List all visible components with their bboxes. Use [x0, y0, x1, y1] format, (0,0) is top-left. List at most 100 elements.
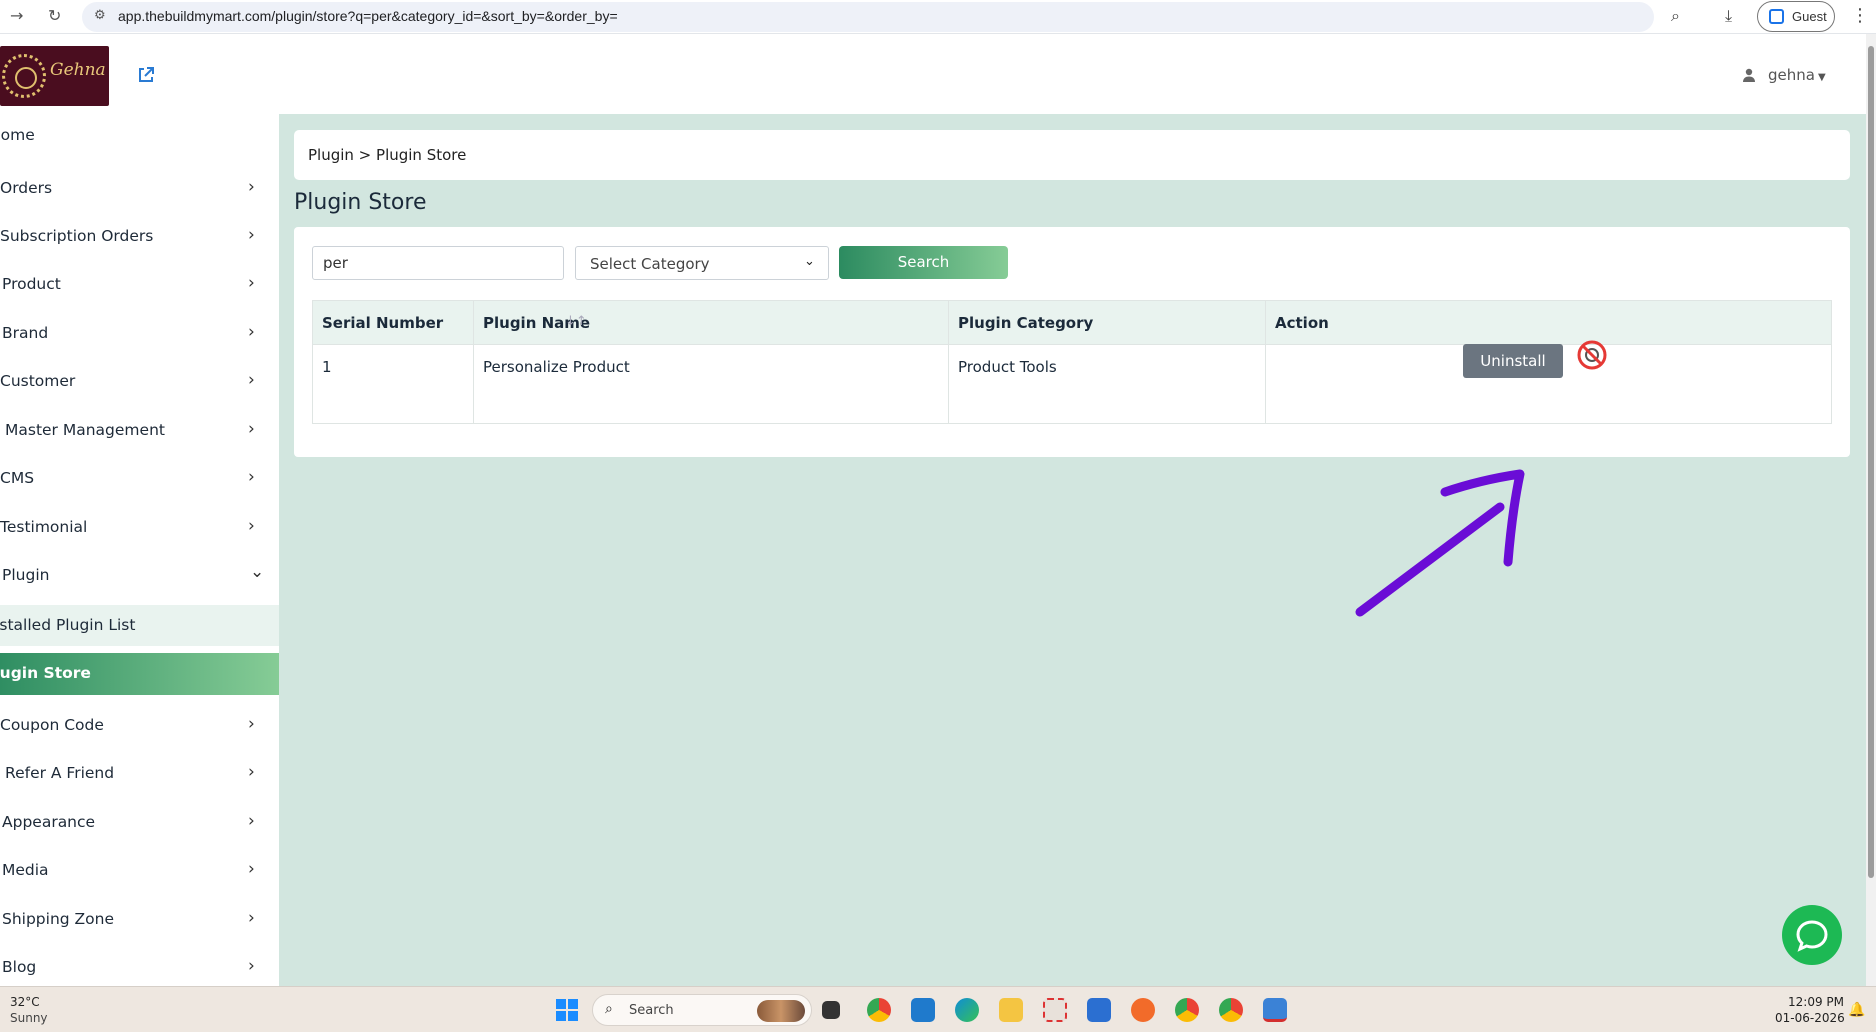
sidebar-item-label: Plugin — [2, 566, 50, 584]
brand-logo[interactable]: Gehna — [0, 46, 109, 106]
page-scrollbar[interactable] — [1866, 34, 1876, 986]
external-link-icon[interactable] — [137, 66, 155, 84]
chevron-down-icon: ⌄ — [804, 254, 815, 269]
chevron-right-icon: › — [248, 859, 255, 879]
mandala-icon — [2, 54, 46, 98]
weather-temperature[interactable]: 32°C — [10, 995, 40, 1009]
user-menu[interactable]: gehna ▼ — [1742, 66, 1826, 84]
sidebar-item-installed-plugin-list[interactable]: Installed Plugin List — [0, 605, 279, 646]
sidebar-item-blog[interactable]: Blog › — [0, 946, 279, 986]
sidebar-item-testimonial[interactable]: Testimonial › — [0, 506, 279, 550]
sidebar-item-label: Media — [2, 861, 49, 879]
sidebar-item-label: Customer — [0, 372, 76, 390]
sidebar-item-label: Product — [2, 275, 61, 293]
sidebar-item-plugin[interactable]: Plugin ⌄ — [0, 554, 279, 598]
sidebar-item-media[interactable]: Media › — [0, 849, 279, 893]
clock-time[interactable]: 12:09 PM — [1788, 995, 1844, 1009]
chevron-right-icon: › — [248, 714, 255, 734]
sidebar-item-refer-a-friend[interactable]: Refer A Friend › — [0, 752, 279, 796]
search-input[interactable] — [312, 246, 564, 280]
photos-icon[interactable] — [1263, 998, 1287, 1022]
reload-icon[interactable]: ↻ — [48, 6, 61, 25]
sidebar-item-master-management[interactable]: Master Management › — [0, 409, 279, 453]
sidebar-item-orders[interactable]: Orders › — [0, 167, 279, 211]
sidebar-item-product[interactable]: Product › — [0, 263, 279, 307]
guest-profile-button[interactable]: Guest — [1757, 1, 1835, 32]
vscode-icon[interactable] — [911, 998, 935, 1022]
edge-icon[interactable] — [955, 998, 979, 1022]
header-action: Action — [1275, 314, 1329, 332]
address-bar[interactable]: ⚙ app.thebuildmymart.com/plugin/store?q=… — [82, 2, 1654, 32]
sidebar-item-label: Plugin Store — [0, 664, 91, 682]
sidebar-item-appearance[interactable]: Appearance › — [0, 801, 279, 845]
chevron-right-icon: › — [248, 956, 255, 976]
sidebar-item-brand[interactable]: Brand › — [0, 312, 279, 356]
file-explorer-icon[interactable] — [999, 998, 1023, 1022]
taskbar-search[interactable]: ⌕ Search — [592, 994, 812, 1026]
forward-icon[interactable]: → — [10, 6, 23, 25]
sidebar-item-label: Refer A Friend — [5, 764, 115, 782]
cell-plugin-name: Personalize Product — [483, 358, 630, 376]
logo-text: Gehna — [50, 60, 106, 80]
browser-menu-icon[interactable]: ⋮ — [1851, 5, 1869, 26]
notification-icon[interactable]: 🔔 — [1848, 1002, 1865, 1018]
paint-icon[interactable] — [1131, 998, 1155, 1022]
arrow-annotation — [1355, 469, 1525, 617]
sidebar-item-coupon-code[interactable]: Coupon Code › — [0, 704, 279, 748]
search-tab-icon[interactable]: ⌕ — [1671, 6, 1680, 26]
sidebar-item-plugin-store[interactable]: Plugin Store — [0, 653, 279, 695]
sidebar-item-label: CMS — [0, 469, 35, 487]
chevron-right-icon: › — [248, 322, 255, 342]
url-text[interactable]: app.thebuildmymart.com/plugin/store?q=pe… — [118, 8, 618, 24]
header-plugin-category: Plugin Category — [958, 314, 1094, 332]
sidebar-item-label: Installed Plugin List — [0, 616, 136, 634]
chrome-profile-icon[interactable] — [1175, 998, 1199, 1022]
column-divider — [948, 301, 949, 423]
profile-icon — [1769, 9, 1784, 24]
main-content: Plugin > Plugin Store Plugin Store Selec… — [279, 114, 1866, 986]
sidebar-item-label: Subscription Orders — [0, 227, 154, 245]
app-header: Gehna gehna ▼ — [0, 34, 1866, 114]
search-button[interactable]: Search — [839, 246, 1008, 279]
sidebar-item-label: Home — [0, 126, 35, 144]
task-view-icon[interactable] — [822, 1001, 840, 1019]
sidebar-item-label: Testimonial — [0, 518, 88, 536]
chrome-guest-icon[interactable] — [1219, 998, 1243, 1022]
sidebar-item-label: Blog — [2, 958, 37, 976]
search-icon: ⌕ — [605, 1001, 613, 1017]
chevron-right-icon: › — [248, 419, 255, 439]
download-icon[interactable]: ⤓ — [1725, 6, 1732, 26]
sidebar-item-shipping-zone[interactable]: Shipping Zone › — [0, 898, 279, 942]
column-divider — [1265, 301, 1266, 423]
uninstall-button[interactable]: Uninstall — [1463, 344, 1563, 378]
chrome-icon[interactable] — [867, 998, 891, 1022]
notepad-icon[interactable] — [1087, 998, 1111, 1022]
caret-down-icon: ▼ — [1817, 72, 1826, 83]
weather-condition[interactable]: Sunny — [10, 1011, 48, 1025]
chevron-right-icon: › — [248, 762, 255, 782]
category-select[interactable]: Select Category ⌄ — [575, 246, 829, 280]
disable-icon[interactable] — [1576, 339, 1608, 371]
search-highlight-image — [757, 1000, 805, 1022]
sidebar-item-customer[interactable]: Customer › — [0, 360, 279, 404]
clock-date[interactable]: 01-06-2026 — [1775, 1011, 1845, 1025]
sort-icon[interactable]: ↓↑ — [565, 314, 587, 329]
chevron-right-icon: › — [248, 811, 255, 831]
chat-widget-button[interactable] — [1782, 905, 1842, 965]
browser-toolbar: → ↻ ⚙ app.thebuildmymart.com/plugin/stor… — [0, 0, 1876, 34]
cell-serial: 1 — [322, 358, 332, 376]
chevron-right-icon: › — [248, 467, 255, 487]
site-settings-icon[interactable]: ⚙ — [94, 8, 106, 23]
sidebar-item-subscription-orders[interactable]: Subscription Orders › — [0, 215, 279, 259]
scrollbar-thumb[interactable] — [1868, 46, 1874, 878]
sidebar-item-home[interactable]: Home — [0, 114, 279, 158]
user-icon — [1742, 68, 1756, 82]
sidebar-item-cms[interactable]: CMS › — [0, 457, 279, 501]
windows-start-icon[interactable] — [556, 999, 578, 1021]
chevron-right-icon: › — [248, 908, 255, 928]
snipping-tool-icon[interactable] — [1043, 998, 1067, 1022]
chevron-down-icon: ⌄ — [250, 562, 265, 582]
sidebar-item-label: Orders — [0, 179, 53, 197]
username-label: gehna — [1768, 66, 1815, 84]
breadcrumb-text[interactable]: Plugin > Plugin Store — [308, 146, 466, 164]
